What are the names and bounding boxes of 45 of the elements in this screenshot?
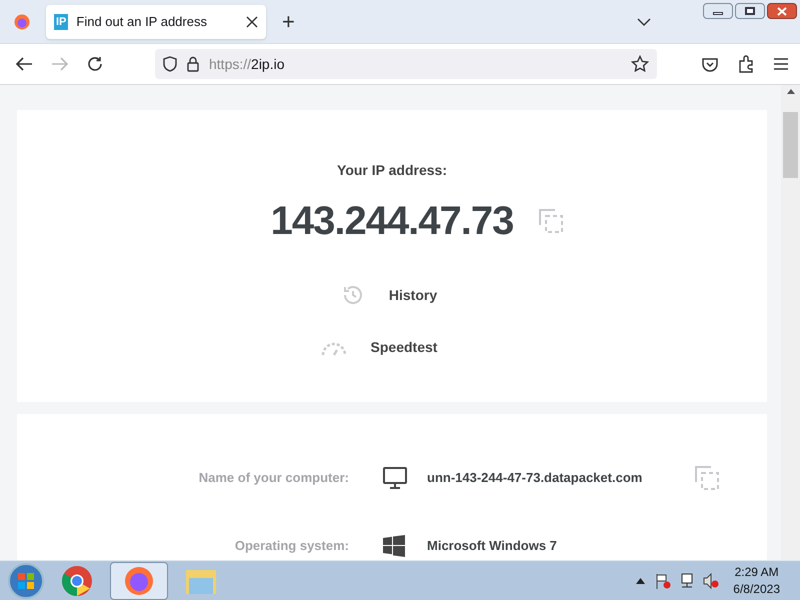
windows-logo-icon bbox=[17, 572, 35, 590]
clock-time[interactable]: 2:29 AM bbox=[734, 564, 779, 580]
star-icon[interactable] bbox=[631, 55, 649, 73]
shield-icon[interactable] bbox=[163, 56, 177, 72]
firefox-taskbar-button[interactable] bbox=[110, 562, 168, 600]
close-icon[interactable] bbox=[246, 16, 258, 28]
detail-value: Microsoft Windows 7 bbox=[427, 537, 558, 556]
monitor-icon bbox=[383, 467, 407, 489]
tab-title: Find out an IP address bbox=[76, 12, 208, 31]
chrome-logo-icon bbox=[61, 564, 93, 596]
menu-icon[interactable] bbox=[774, 58, 788, 70]
close-window-button[interactable] bbox=[767, 3, 797, 19]
flag-icon[interactable] bbox=[655, 572, 672, 588]
ip-address: 143.244.47.73 bbox=[270, 198, 514, 245]
ip-heading: Your IP address: bbox=[337, 161, 447, 180]
history-link[interactable]: History bbox=[388, 284, 438, 306]
firefox-logo-icon bbox=[123, 564, 155, 596]
browser-tab[interactable]: IP Find out an IP address bbox=[46, 4, 266, 38]
lock-icon[interactable] bbox=[187, 56, 199, 72]
scrollbar-thumb[interactable] bbox=[783, 112, 798, 178]
chevron-down-icon[interactable] bbox=[637, 18, 651, 26]
clock-date[interactable]: 6/8/2023 bbox=[733, 580, 780, 598]
browser-logo-icon[interactable] bbox=[14, 14, 30, 30]
detail-label: Name of your computer: bbox=[198, 469, 349, 488]
back-arrow-icon[interactable] bbox=[15, 56, 33, 72]
close-icon bbox=[777, 6, 787, 16]
scroll-up-arrow-icon[interactable] bbox=[786, 89, 794, 94]
restore-button[interactable] bbox=[735, 3, 765, 19]
tray-expand-icon[interactable] bbox=[636, 578, 646, 584]
new-tab-button[interactable]: + bbox=[282, 10, 295, 32]
url-text: https://2ip.io bbox=[209, 54, 286, 74]
speedtest-link[interactable]: Speedtest bbox=[370, 337, 438, 358]
minimize-button[interactable] bbox=[703, 3, 733, 19]
tab-favicon: IP bbox=[54, 14, 68, 30]
reload-icon[interactable] bbox=[87, 56, 103, 72]
extensions-icon[interactable] bbox=[738, 55, 754, 73]
network-icon[interactable] bbox=[679, 572, 696, 588]
pocket-icon[interactable] bbox=[702, 56, 718, 72]
scrollbar[interactable] bbox=[781, 85, 800, 560]
speaker-muted-icon[interactable] bbox=[703, 572, 720, 588]
detail-label: Operating system: bbox=[234, 537, 349, 556]
windows-logo-icon bbox=[383, 535, 405, 557]
address-bar[interactable]: https://2ip.io bbox=[155, 49, 657, 79]
detail-value: unn-143-244-47-73.datapacket.com bbox=[427, 469, 644, 488]
start-button[interactable] bbox=[8, 562, 44, 598]
